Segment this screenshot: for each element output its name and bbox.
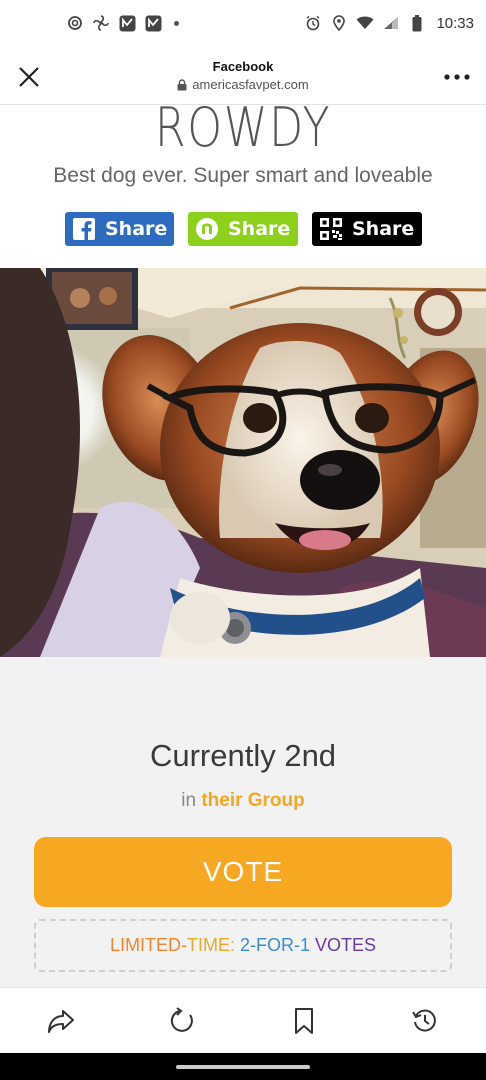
group-prefix: in — [181, 790, 197, 811]
nextdoor-icon — [196, 218, 218, 240]
qr-share-label: Share — [352, 218, 415, 240]
nextdoor-share-button[interactable]: Share — [188, 212, 298, 246]
facebook-share-button[interactable]: Share — [65, 212, 174, 246]
wifi-icon — [356, 14, 374, 32]
home-gesture-handle[interactable] — [176, 1065, 310, 1069]
system-navigation-bar — [0, 1053, 486, 1080]
page-source-title: Facebook — [212, 59, 274, 74]
signal-icon — [382, 14, 400, 32]
lock-icon — [177, 78, 187, 90]
pet-photo — [0, 268, 486, 657]
more-horizontal-icon — [444, 74, 470, 80]
fan-icon — [92, 14, 110, 32]
status-left-icons — [66, 14, 179, 32]
promo-part-4: VOTES — [315, 935, 377, 955]
promo-banner[interactable]: LIMITED- TIME: 2-FOR-1 VOTES — [34, 919, 452, 972]
url-display[interactable]: americasfavpet.com — [0, 77, 486, 92]
promo-part-3: 2-FOR-1 — [234, 935, 315, 955]
battery-icon — [408, 14, 426, 32]
group-line: in their Group — [0, 790, 486, 812]
threads-icon — [66, 14, 84, 32]
status-time: 10:33 — [436, 14, 474, 32]
vote-button[interactable]: VOTE — [34, 837, 452, 907]
bookmark-button[interactable] — [286, 1003, 322, 1039]
refresh-button[interactable] — [164, 1003, 200, 1039]
status-right-icons: 10:33 — [304, 14, 474, 32]
pet-name: ROWDY — [154, 96, 332, 159]
current-rank: Currently 2nd — [149, 738, 337, 773]
facebook-share-label: Share — [105, 218, 168, 240]
bottom-toolbar — [0, 987, 486, 1054]
n-app-icon-2 — [144, 14, 162, 32]
promo-part-1: LIMITED- — [109, 935, 187, 955]
more-dot-icon — [174, 20, 179, 26]
bookmark-icon — [295, 1008, 313, 1034]
n-app-icon — [118, 14, 136, 32]
share-arrow-icon — [48, 1010, 74, 1033]
alarm-icon — [304, 14, 322, 32]
share-buttons: Share Share Share — [65, 212, 422, 246]
status-bar: 10:33 — [0, 0, 486, 50]
location-icon — [330, 14, 348, 32]
promo-part-2: TIME: — [186, 935, 235, 955]
history-icon — [412, 1009, 436, 1032]
nextdoor-share-label: Share — [228, 218, 291, 240]
qr-share-button[interactable]: Share — [312, 212, 422, 246]
pet-description: Best dog ever. Super smart and loveable — [53, 164, 433, 187]
more-options-button[interactable] — [442, 62, 472, 92]
group-link[interactable]: their Group — [201, 790, 304, 811]
share-page-button[interactable] — [43, 1003, 79, 1039]
refresh-icon — [170, 1007, 193, 1032]
facebook-icon — [73, 218, 95, 240]
qr-code-icon — [320, 218, 342, 240]
history-button[interactable] — [407, 1003, 443, 1039]
url-text: americasfavpet.com — [192, 77, 309, 92]
